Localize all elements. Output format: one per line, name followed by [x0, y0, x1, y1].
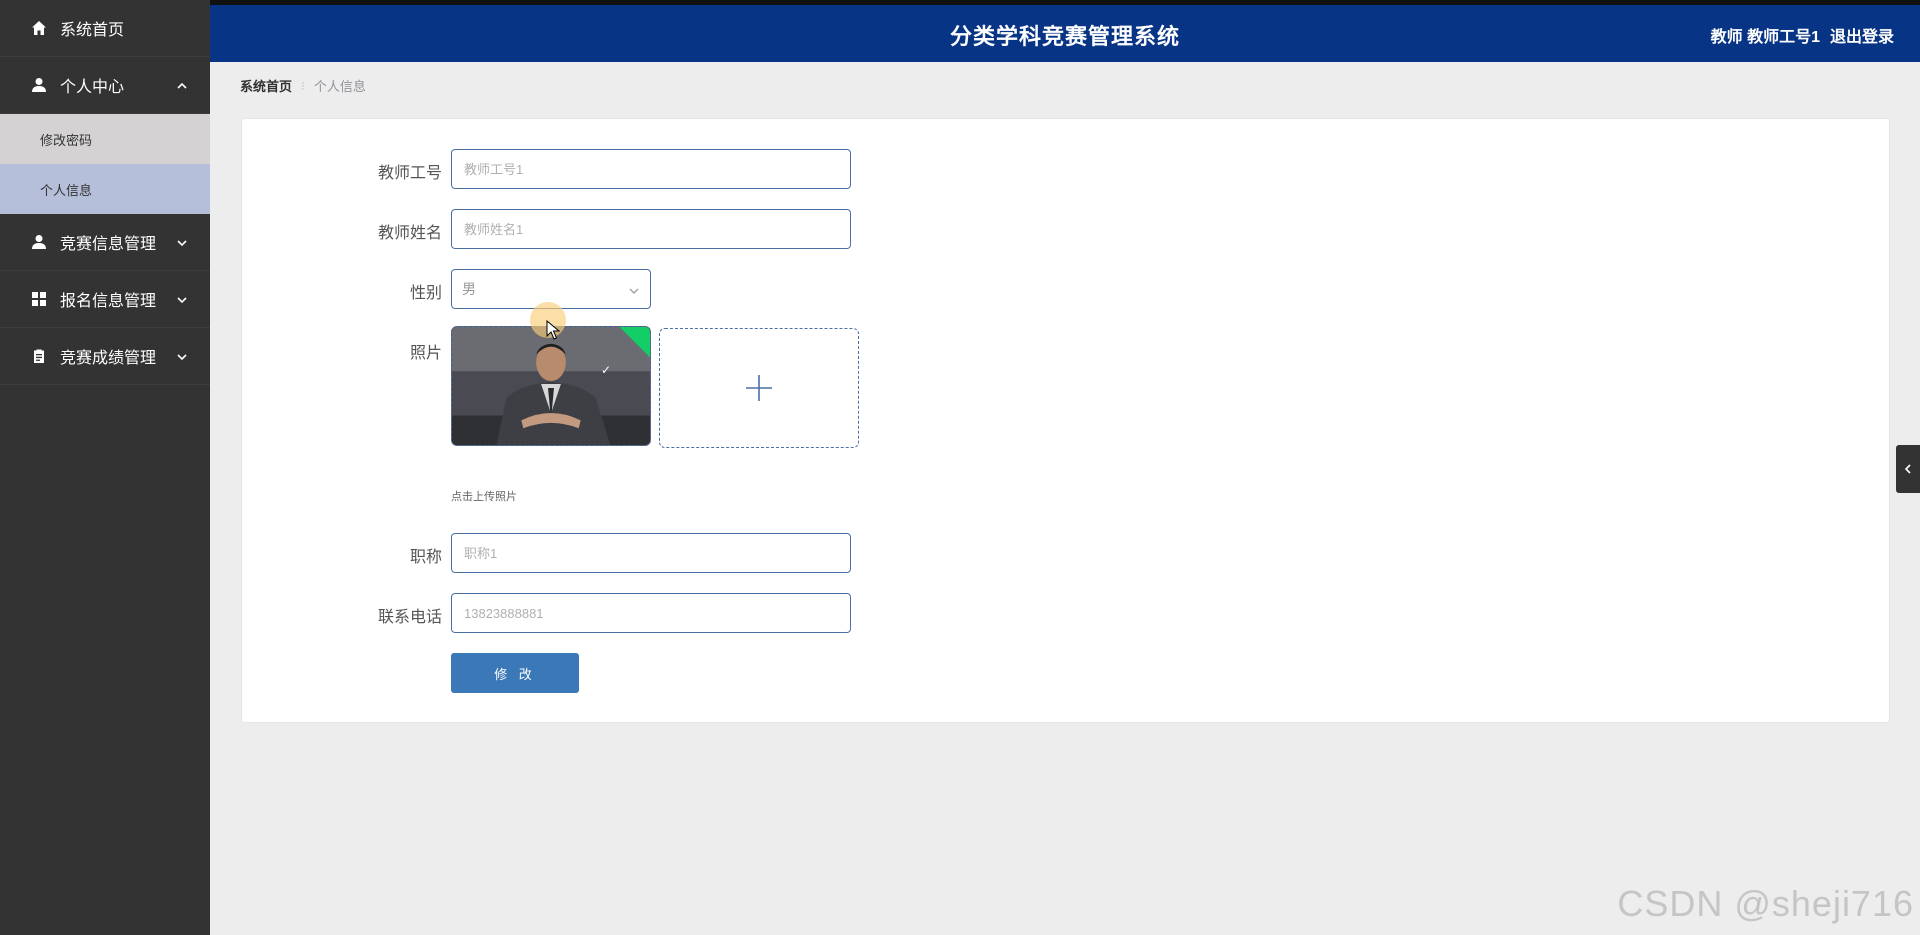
- user-icon: [30, 76, 48, 94]
- sidebar-subitem-label: 个人信息: [40, 182, 93, 198]
- chevron-up-icon: [176, 79, 188, 91]
- uploaded-photo-thumbnail[interactable]: ✓: [451, 326, 651, 446]
- gender-label: 性别: [409, 285, 442, 302]
- breadcrumb-separator: ⁝: [301, 78, 305, 93]
- chevron-left-icon: [1904, 464, 1911, 474]
- clipboard-icon: [30, 347, 48, 365]
- app-title: 分类学科竞赛管理系统: [949, 24, 1180, 49]
- breadcrumb-current: 个人信息: [313, 79, 366, 94]
- breadcrumb: 系统首页 ⁝ 个人信息: [240, 76, 366, 95]
- phone-label: 联系电话: [377, 609, 442, 626]
- logout-link[interactable]: 退出登录: [1830, 23, 1894, 47]
- gender-select[interactable]: 男: [451, 269, 651, 309]
- teacher-id-input[interactable]: [451, 149, 851, 189]
- sidebar-item-label: 报名信息管理: [60, 293, 157, 310]
- current-user-label: 教师 教师工号1: [1710, 29, 1820, 46]
- profile-form-card: 教师工号 教师姓名 性别 男 照片 ✓ 点击上传照片 职称: [241, 118, 1890, 723]
- sidebar-subitem-label: 修改密码: [40, 132, 93, 148]
- plus-icon: [746, 375, 772, 401]
- sidebar: 系统首页 个人中心 修改密码 个人信息 竞赛信息管理 报名信息管理 竞赛成绩管理: [0, 0, 210, 935]
- gender-select-value: 男: [462, 281, 476, 297]
- teacher-name-label: 教师姓名: [377, 225, 442, 242]
- sidebar-subitem-change-password[interactable]: 修改密码: [0, 114, 210, 164]
- side-panel-toggle[interactable]: [1896, 445, 1920, 493]
- check-icon: ✓: [600, 363, 611, 377]
- chevron-down-icon: [176, 293, 188, 305]
- sidebar-subitem-personal-info[interactable]: 个人信息: [0, 164, 210, 214]
- header-user-area: 教师 教师工号1 退出登录: [1711, 23, 1894, 47]
- top-header: 分类学科竞赛管理系统 教师 教师工号1 退出登录: [210, 0, 1920, 62]
- teacher-name-input[interactable]: [451, 209, 851, 249]
- watermark: CSDN @sheji716: [1617, 883, 1914, 924]
- sidebar-item-competition-info[interactable]: 竞赛信息管理: [0, 214, 210, 271]
- home-icon: [30, 19, 48, 37]
- job-title-label: 职称: [409, 549, 442, 566]
- chevron-down-icon: [628, 284, 640, 296]
- sidebar-item-competition-scores[interactable]: 竞赛成绩管理: [0, 328, 210, 385]
- add-photo-button[interactable]: [659, 328, 859, 448]
- sidebar-item-personal-center[interactable]: 个人中心: [0, 57, 210, 114]
- sidebar-item-label: 竞赛信息管理: [60, 236, 157, 253]
- user-icon: [30, 233, 48, 251]
- teacher-photo-image: [452, 327, 650, 445]
- submit-button[interactable]: 修 改: [451, 653, 579, 693]
- grid-icon: [30, 290, 48, 308]
- breadcrumb-home-link[interactable]: 系统首页: [240, 76, 292, 95]
- job-title-input[interactable]: [451, 533, 851, 573]
- sidebar-item-registration-info[interactable]: 报名信息管理: [0, 271, 210, 328]
- sidebar-item-label: 系统首页: [60, 22, 125, 39]
- chevron-down-icon: [176, 236, 188, 248]
- phone-input[interactable]: [451, 593, 851, 633]
- upload-photo-tip: 点击上传照片: [451, 491, 517, 503]
- sidebar-item-home[interactable]: 系统首页: [0, 0, 210, 57]
- teacher-id-label: 教师工号: [377, 165, 442, 182]
- sidebar-item-label: 竞赛成绩管理: [60, 350, 157, 367]
- chevron-down-icon: [176, 350, 188, 362]
- sidebar-item-label: 个人中心: [60, 79, 125, 96]
- photo-label: 照片: [409, 345, 442, 362]
